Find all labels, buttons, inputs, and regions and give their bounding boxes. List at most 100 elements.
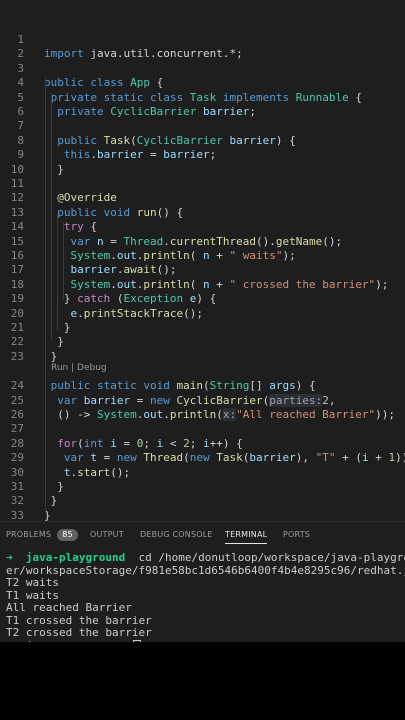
code-line: 26 () -> System.out.println(x:"All reach…: [0, 408, 405, 422]
code-line: 23 }: [0, 350, 405, 364]
code-token: System: [70, 277, 111, 291]
code-token: main: [176, 379, 204, 393]
code-token: );: [375, 277, 389, 291]
code-token: System: [70, 249, 111, 262]
panel-tabs: PROBLEMS 85 OUTPUT DEBUG CONSOLE TERMINAL…: [0, 522, 405, 548]
tab-terminal[interactable]: TERMINAL: [225, 529, 268, 544]
code-token: out: [143, 408, 164, 421]
code-token: for: [57, 436, 78, 450]
line-number: 23: [10, 349, 24, 363]
code-line: 9 this.barrier = barrier;: [0, 148, 405, 162]
code-token: println: [143, 277, 190, 291]
code-token: args: [269, 379, 296, 393]
tab-ports[interactable]: PORTS: [283, 529, 310, 543]
code-token: ();: [156, 263, 177, 277]
code-line: 5 private static class Task implements R…: [0, 91, 405, 105]
code-token: private: [50, 90, 97, 104]
code-token: }: [44, 162, 64, 176]
code-line: 21 }: [0, 321, 405, 335]
line-number: 9: [17, 148, 24, 162]
line-number: 17: [10, 263, 24, 277]
terminal-output[interactable]: ➜ java-playground cd /home/donutloop/wor…: [6, 551, 405, 642]
code-token: ));: [375, 408, 396, 421]
code-text: private static class Task implements Run…: [44, 91, 362, 105]
code-text: for(int i = 0; i < 2; i++) {: [44, 437, 243, 451]
code-token: barrier: [70, 263, 117, 277]
code-token: }: [44, 292, 78, 306]
code-token: .: [110, 277, 117, 291]
code-token: {: [348, 90, 362, 104]
indent-guide: [45, 78, 46, 512]
run-codelens-link[interactable]: Run: [51, 363, 68, 373]
code-token: Task: [216, 451, 243, 465]
code-line: 22 }: [0, 335, 405, 349]
tab-problems[interactable]: PROBLEMS 85: [6, 529, 78, 543]
tab-label: PROBLEMS: [6, 530, 52, 539]
code-token: ,: [328, 393, 336, 407]
code-token: );: [282, 249, 296, 262]
code-editor[interactable]: Run | Debug 1 2 import java.util.concurren…: [0, 0, 405, 521]
debug-codelens-link[interactable]: Debug: [77, 363, 107, 373]
code-text: public void run() {: [44, 206, 183, 220]
line-number: 27: [10, 422, 24, 436]
code-token: t: [90, 451, 97, 465]
code-token: CyclicBarrier: [136, 133, 223, 147]
line-number: 4: [17, 76, 24, 90]
code-token: import: [44, 47, 84, 61]
code-token: =: [97, 451, 117, 465]
code-token: Task: [103, 133, 131, 147]
line-number: 11: [10, 177, 24, 190]
code-token: 2: [322, 393, 329, 407]
code-line: 13 public void run() {: [0, 206, 405, 220]
code-token: ;: [249, 105, 256, 118]
code-token: out: [116, 277, 137, 291]
problems-count-badge: 85: [57, 529, 78, 541]
code-token: class: [149, 90, 184, 104]
code-line: 8 public Task(CyclicBarrier barrier) {: [0, 134, 405, 148]
code-token: this: [63, 148, 91, 162]
code-token: ().: [255, 234, 276, 248]
code-token: i: [110, 436, 117, 450]
line-number: 24: [10, 379, 24, 393]
line-number: 12: [10, 191, 24, 205]
code-token: static: [97, 379, 137, 393]
code-token: barrier: [163, 148, 210, 162]
code-token: " crossed the barrier": [229, 277, 376, 291]
code-token: ;: [189, 436, 203, 450]
code-token: new: [149, 393, 170, 407]
code-token: currentThread: [169, 234, 256, 248]
code-token: (: [203, 379, 210, 393]
code-line: 7: [0, 119, 405, 133]
code-token: ) {: [275, 133, 296, 147]
code-token: ) {: [295, 379, 316, 393]
tab-debug-console[interactable]: DEBUG CONSOLE: [140, 529, 213, 543]
indent-guide: [51, 93, 52, 340]
code-line: 20 e.printStackTrace();: [0, 307, 405, 321]
terminal-command-line: ➜ java-playground cd /home/donutloop/wor…: [6, 551, 405, 565]
line-number: 19: [10, 292, 24, 306]
code-token: try: [63, 220, 84, 234]
code-token: (: [189, 277, 203, 291]
line-number: 22: [10, 335, 24, 349]
code-token: printStackTrace: [83, 306, 184, 320]
code-token: ),: [295, 451, 316, 465]
line-number: 26: [10, 408, 24, 421]
terminal-cursor-icon: [132, 639, 141, 642]
tab-output[interactable]: OUTPUT: [90, 529, 124, 543]
code-token: (: [189, 249, 203, 262]
code-line: 18 System.out.println( n + " crossed the…: [0, 278, 405, 292]
code-token: void: [103, 205, 131, 219]
code-text: } catch (Exception e) {: [44, 292, 216, 306]
code-line: 24 public static void main(String[] args…: [0, 379, 405, 393]
code-token: =: [103, 234, 124, 248]
code-token: =: [143, 148, 164, 162]
code-line: 6 private CyclicBarrier barrier;: [0, 105, 405, 119]
bottom-panel: PROBLEMS 85 OUTPUT DEBUG CONSOLE TERMINAL…: [0, 521, 405, 642]
